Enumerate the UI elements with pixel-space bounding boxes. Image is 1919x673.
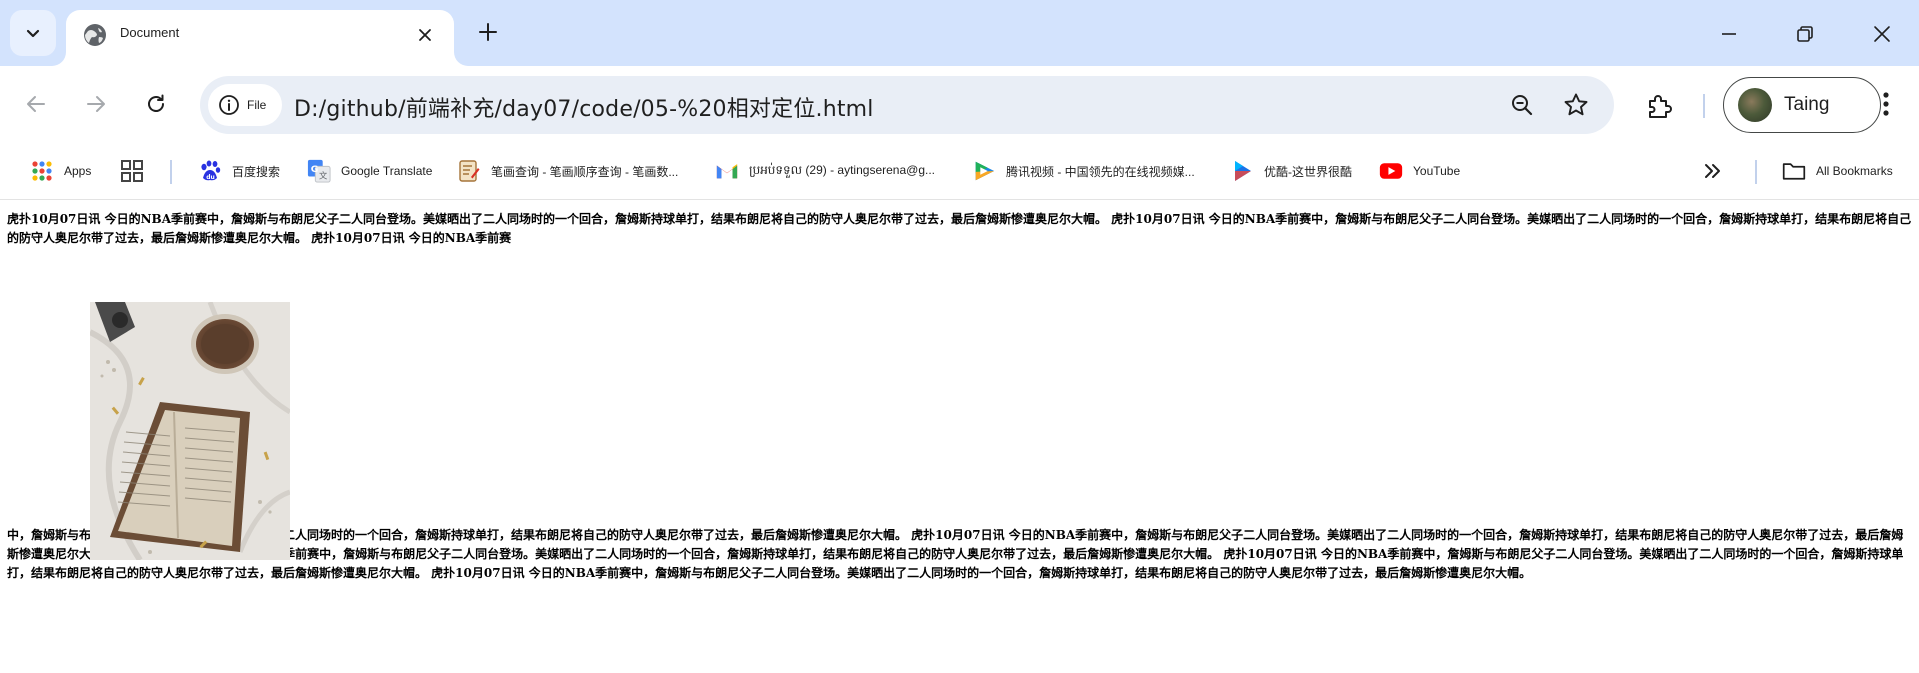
close-window-button[interactable] xyxy=(1857,12,1907,56)
tab-groups-icon xyxy=(120,159,144,183)
back-button[interactable] xyxy=(16,84,56,124)
more-vertical-icon xyxy=(1883,92,1889,116)
forward-button[interactable] xyxy=(76,84,116,124)
chevron-down-icon xyxy=(26,29,40,38)
browser-toolbar: File D:/github/前端补充/day07/code/05-%20相对定… xyxy=(0,66,1919,144)
reload-button[interactable] xyxy=(136,84,176,124)
arrow-right-icon xyxy=(87,96,105,112)
active-tab[interactable]: Document xyxy=(66,10,454,66)
relative-positioned-photo xyxy=(90,302,290,560)
puzzle-icon xyxy=(1649,95,1672,118)
avatar xyxy=(1738,88,1772,122)
bookmark-stroke-order[interactable]: 笔画查询 - 笔画顺序查询 - 笔画数... xyxy=(457,154,678,188)
address-bar[interactable]: File D:/github/前端补充/day07/code/05-%20相对定… xyxy=(200,76,1614,134)
baidu-paw-icon: du xyxy=(198,159,222,183)
bookmark-label: 优酷-这世界很酷 xyxy=(1264,164,1352,179)
svg-text:G: G xyxy=(311,164,319,175)
bookmark-label: 百度搜索 xyxy=(232,164,281,179)
globe-icon xyxy=(84,24,106,46)
url-text[interactable]: D:/github/前端补充/day07/code/05-%20相对定位.htm… xyxy=(294,91,874,123)
bookmarks-bar: Apps du 百度搜索 G文 Google Translate 笔画查询 - … xyxy=(0,144,1919,200)
tab-title: Document xyxy=(120,25,180,40)
article-paragraph-2: 中，詹姆斯与布朗尼父子二人同台登场。美媒晒出了二人同场时的一个回合，詹姆斯持球单… xyxy=(7,528,1904,580)
arrow-left-icon xyxy=(27,96,45,112)
restore-icon xyxy=(1797,26,1813,42)
bookmark-tab-groups[interactable] xyxy=(120,154,144,188)
bookmarks-divider xyxy=(170,160,172,184)
close-icon xyxy=(419,29,431,41)
tencent-video-icon xyxy=(972,159,996,183)
bookmark-label: Google Translate xyxy=(341,164,433,178)
bookmark-label: 腾讯视频 - 中国领先的在线视频媒... xyxy=(1006,164,1195,179)
tab-strip: Document xyxy=(0,0,1919,66)
minimize-button[interactable] xyxy=(1704,12,1754,56)
toolbar-divider xyxy=(1703,94,1705,118)
gmail-icon xyxy=(715,159,739,183)
bookmark-apps[interactable]: Apps xyxy=(30,154,91,188)
bookmarks-divider xyxy=(1755,160,1757,184)
profile-name: Taing xyxy=(1784,94,1830,115)
minimize-icon xyxy=(1722,33,1736,35)
profile-button[interactable]: Taing xyxy=(1723,77,1881,133)
youku-icon xyxy=(1230,159,1254,183)
extensions-button[interactable] xyxy=(1639,86,1679,126)
folder-icon xyxy=(1782,159,1806,183)
tab-close-button[interactable] xyxy=(411,21,439,49)
tab-search-button[interactable] xyxy=(10,10,56,56)
svg-text:文: 文 xyxy=(319,170,328,180)
new-tab-button[interactable] xyxy=(470,14,506,50)
bookmark-star-button[interactable] xyxy=(1560,89,1592,121)
bookmark-label: 笔画查询 - 笔画顺序查询 - 笔画数... xyxy=(491,164,679,179)
page-viewport: 虎扑10月07日讯 今日的NBA季前赛中，詹姆斯与布朗尼父子二人同台登场。美媒晒… xyxy=(0,201,1919,673)
info-icon xyxy=(219,95,239,115)
bookmark-tencent-video[interactable]: 腾讯视频 - 中国领先的在线视频媒... xyxy=(972,154,1195,188)
bookmark-baidu[interactable]: du 百度搜索 xyxy=(198,154,280,188)
reload-icon xyxy=(148,94,164,112)
bookmark-youtube[interactable]: YouTube xyxy=(1379,154,1460,188)
site-info-chip[interactable]: File xyxy=(208,84,282,126)
youtube-icon xyxy=(1379,159,1403,183)
article-paragraph-1: 虎扑10月07日讯 今日的NBA季前赛中，詹姆斯与布朗尼父子二人同台登场。美媒晒… xyxy=(7,212,1912,245)
all-bookmarks-button[interactable]: All Bookmarks xyxy=(1782,154,1893,188)
bookmarks-overflow-button[interactable] xyxy=(1703,154,1723,188)
zoom-out-icon xyxy=(1512,95,1533,116)
svg-text:du: du xyxy=(206,174,215,181)
chevron-double-right-icon xyxy=(1705,164,1720,178)
restore-button[interactable] xyxy=(1780,12,1830,56)
browser-menu-button[interactable] xyxy=(1866,84,1906,124)
bookmark-gmail[interactable]: ប្រអប់ទទួល (29) - aytingserena@g... xyxy=(715,154,935,188)
stroke-order-icon xyxy=(457,159,481,183)
site-chip-label: File xyxy=(247,98,267,112)
bookmark-youku[interactable]: 优酷-这世界很酷 xyxy=(1230,154,1352,188)
bookmark-label: Apps xyxy=(64,164,92,178)
star-icon xyxy=(1564,93,1588,116)
bookmark-google-translate[interactable]: G文 Google Translate xyxy=(307,154,432,188)
apps-grid-icon xyxy=(30,159,54,183)
plus-icon xyxy=(479,23,497,41)
zoom-button[interactable] xyxy=(1506,89,1538,121)
bookmark-label: YouTube xyxy=(1413,164,1461,178)
bookmark-label: All Bookmarks xyxy=(1816,164,1893,178)
bookmark-label: ប្រអប់ទទួល (29) - aytingserena@g... xyxy=(749,163,935,177)
close-icon xyxy=(1874,26,1890,42)
google-translate-icon: G文 xyxy=(307,159,331,183)
